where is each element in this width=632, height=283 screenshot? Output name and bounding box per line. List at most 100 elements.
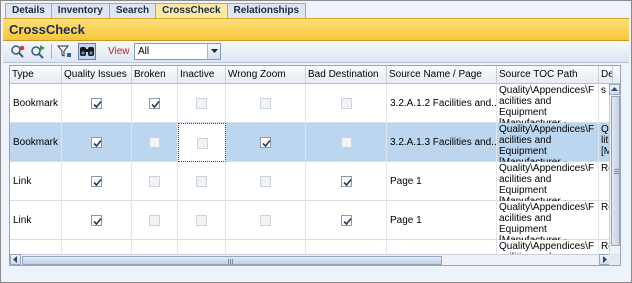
quality-issues-cell bbox=[62, 201, 132, 240]
view-dropdown-arrow[interactable] bbox=[207, 44, 220, 59]
crosscheck-panel: Details Inventory Search CrossCheck Rela… bbox=[0, 0, 632, 283]
type-cell: Bookmark bbox=[10, 123, 62, 162]
broken-checkbox[interactable] bbox=[149, 98, 160, 109]
check-icon bbox=[343, 217, 352, 226]
quality-issues-checkbox[interactable] bbox=[91, 215, 102, 226]
filter-button[interactable] bbox=[55, 43, 73, 60]
quality-issues-checkbox[interactable] bbox=[91, 98, 102, 109]
source-name-cell: Page 1 bbox=[387, 201, 497, 240]
find-next-icon bbox=[31, 45, 45, 59]
chevron-down-icon bbox=[211, 49, 218, 53]
inactive-checkbox[interactable] bbox=[196, 98, 207, 109]
scroll-up-icon bbox=[611, 87, 618, 91]
view-dropdown-value: All bbox=[138, 46, 150, 57]
filter-icon bbox=[56, 45, 71, 57]
wrong-zoom-checkbox[interactable] bbox=[260, 215, 271, 226]
inactive-cell bbox=[178, 84, 226, 123]
quality-issues-checkbox[interactable] bbox=[91, 137, 102, 148]
broken-checkbox[interactable] bbox=[149, 215, 160, 226]
col-destination-header[interactable]: De bbox=[599, 66, 613, 84]
bad-destination-cell bbox=[306, 84, 387, 123]
broken-checkbox[interactable] bbox=[149, 176, 160, 187]
vertical-scrollbar[interactable] bbox=[609, 84, 620, 255]
check-icon bbox=[343, 178, 352, 187]
inactive-checkbox[interactable] bbox=[196, 215, 207, 226]
check-icon bbox=[93, 178, 102, 187]
col-source-toc-path-header[interactable]: Source TOC Path bbox=[497, 66, 599, 84]
type-cell: Bookmark bbox=[10, 84, 62, 123]
type-cell: Link bbox=[10, 162, 62, 201]
col-broken-header[interactable]: Broken bbox=[132, 66, 178, 84]
wrong-zoom-checkbox[interactable] bbox=[260, 98, 271, 109]
quality-issues-checkbox[interactable] bbox=[91, 176, 102, 187]
bad-destination-checkbox[interactable] bbox=[341, 137, 352, 148]
wrong-zoom-checkbox[interactable] bbox=[260, 176, 271, 187]
quality-issues-cell bbox=[62, 123, 132, 162]
source-toc-path-cell: Quality\Appendices\F acilities and Equip… bbox=[497, 84, 599, 123]
col-source-name-header[interactable]: Source Name / Page bbox=[387, 66, 497, 84]
table-row[interactable]: Link Page 1Quality\Appendices\F acilities… bbox=[10, 201, 613, 240]
panel-title: CrossCheck bbox=[9, 22, 85, 37]
binoculars-icon bbox=[80, 47, 94, 56]
broken-cell bbox=[132, 84, 178, 123]
bad-destination-cell bbox=[306, 162, 387, 201]
tab-details[interactable]: Details bbox=[5, 3, 52, 18]
col-inactive-header[interactable]: Inactive bbox=[178, 66, 226, 84]
scroll-grip bbox=[230, 259, 231, 264]
inactive-cell bbox=[178, 123, 226, 162]
check-icon bbox=[262, 139, 271, 148]
check-icon bbox=[93, 139, 102, 148]
tab-inventory[interactable]: Inventory bbox=[50, 3, 110, 18]
bad-destination-checkbox[interactable] bbox=[341, 176, 352, 187]
table-row[interactable]: Link Page 1Quality\Appendices\F acilities… bbox=[10, 162, 613, 201]
horizontal-scrollbar[interactable] bbox=[10, 254, 611, 265]
col-bad-destination-header[interactable]: Bad Destination bbox=[306, 66, 387, 84]
toolbar-separator bbox=[51, 44, 52, 59]
horizontal-scroll-thumb[interactable] bbox=[22, 256, 442, 265]
scroll-grip bbox=[614, 169, 619, 170]
bad-destination-checkbox[interactable] bbox=[341, 98, 352, 109]
col-type-header[interactable]: Type bbox=[10, 66, 62, 84]
tab-search[interactable]: Search bbox=[108, 3, 157, 18]
check-icon bbox=[93, 100, 102, 109]
scroll-right-icon bbox=[603, 256, 607, 263]
source-toc-path-cell: Quality\Appendices\F acilities and Equip… bbox=[497, 162, 599, 201]
table-row[interactable]: Bookmark 3.2.A.1.2 Facilities and... Quali… bbox=[10, 84, 613, 123]
broken-cell bbox=[132, 162, 178, 201]
wrong-zoom-cell bbox=[226, 201, 306, 240]
check-icon bbox=[93, 217, 102, 226]
table-row[interactable]: Bookmark 3.2.A.1.3 Facilities and... Quali… bbox=[10, 123, 613, 162]
find-next-button[interactable] bbox=[29, 43, 47, 60]
check-icon bbox=[151, 100, 160, 109]
find-issues-icon bbox=[11, 45, 25, 58]
vertical-scroll-thumb[interactable] bbox=[611, 96, 620, 246]
scroll-up-button[interactable] bbox=[609, 84, 620, 95]
bad-destination-cell bbox=[306, 201, 387, 240]
type-cell: Link bbox=[10, 201, 62, 240]
scroll-grip bbox=[614, 173, 619, 174]
wrong-zoom-checkbox[interactable] bbox=[260, 137, 271, 148]
col-wrong-zoom-header[interactable]: Wrong Zoom bbox=[226, 66, 306, 84]
source-toc-path-cell: Quality\Appendices\F acilities and Equip… bbox=[497, 201, 599, 240]
bad-destination-cell bbox=[306, 123, 387, 162]
tab-crosscheck[interactable]: CrossCheck bbox=[155, 3, 228, 18]
broken-checkbox[interactable] bbox=[149, 137, 160, 148]
view-dropdown[interactable]: All bbox=[134, 43, 221, 60]
scroll-left-button[interactable] bbox=[10, 254, 21, 265]
wrong-zoom-cell bbox=[226, 84, 306, 123]
bad-destination-checkbox[interactable] bbox=[341, 215, 352, 226]
scroll-grip bbox=[232, 259, 233, 264]
broken-cell bbox=[132, 201, 178, 240]
grid-header: Type Quality Issues Broken Inactive Wrong Zo… bbox=[10, 66, 620, 84]
binoculars-button[interactable] bbox=[78, 43, 96, 60]
scroll-grip bbox=[614, 171, 619, 172]
panel-title-bar: CrossCheck bbox=[3, 18, 629, 41]
crosscheck-grid: Type Quality Issues Broken Inactive Wrong Zo… bbox=[9, 65, 621, 266]
find-issues-button[interactable] bbox=[9, 43, 27, 60]
quality-issues-cell bbox=[62, 84, 132, 123]
inactive-checkbox[interactable] bbox=[197, 138, 208, 149]
tab-relationships[interactable]: Relationships bbox=[226, 3, 307, 18]
col-quality-issues-header[interactable]: Quality Issues bbox=[62, 66, 132, 84]
broken-cell bbox=[132, 123, 178, 162]
inactive-checkbox[interactable] bbox=[196, 176, 207, 187]
